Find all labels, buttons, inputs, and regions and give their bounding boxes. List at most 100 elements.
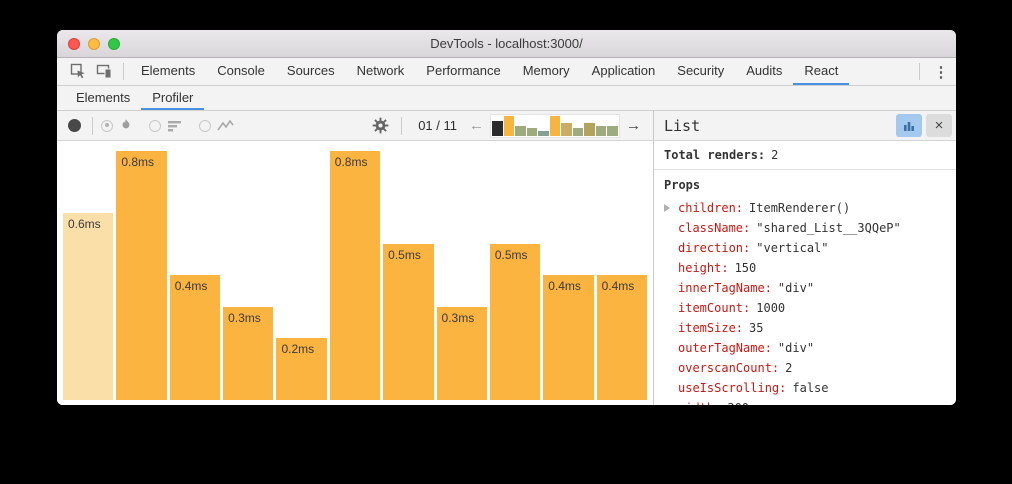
- render-bar-label: 0.3ms: [442, 311, 475, 325]
- tab-sources[interactable]: Sources: [276, 58, 346, 85]
- tab-performance[interactable]: Performance: [415, 58, 511, 85]
- next-snapshot-button[interactable]: →: [622, 118, 645, 133]
- ranked-radio[interactable]: [149, 120, 161, 132]
- devtools-window: DevTools - localhost:3000/ ElementsConso…: [57, 30, 956, 405]
- minimap-bar-5[interactable]: [538, 131, 549, 136]
- prop-row-height: height:150: [664, 258, 946, 278]
- render-bar-8[interactable]: 0.3ms: [437, 307, 487, 400]
- previous-snapshot-button[interactable]: ←: [465, 118, 488, 133]
- render-bar-label: 0.2ms: [281, 342, 314, 356]
- bar-chart-icon: [902, 119, 916, 133]
- devtools-tabbar: ElementsConsoleSourcesNetworkPerformance…: [57, 58, 956, 86]
- prop-row-className: className: "shared_List__3QQeP": [664, 218, 946, 238]
- total-renders-row: Total renders: 2: [654, 141, 956, 170]
- record-button[interactable]: [68, 119, 81, 132]
- flamegraph-radio[interactable]: [101, 120, 113, 132]
- total-renders-value: 2: [771, 148, 778, 162]
- minimap-bar-10[interactable]: [596, 126, 607, 136]
- interactions-radio[interactable]: [199, 120, 211, 132]
- tab-react[interactable]: React: [793, 58, 849, 85]
- toolbar-divider: [123, 63, 124, 80]
- render-bar-label: 0.6ms: [68, 217, 101, 231]
- traffic-lights: [68, 30, 120, 57]
- more-options-button[interactable]: ⋮: [926, 58, 956, 85]
- prop-row-itemCount: itemCount:1000: [664, 298, 946, 318]
- render-bar-label: 0.4ms: [548, 279, 581, 293]
- render-bar-label: 0.4ms: [175, 279, 208, 293]
- render-bar-9[interactable]: 0.5ms: [490, 244, 540, 400]
- render-bar-label: 0.8ms: [121, 155, 154, 169]
- subtab-profiler[interactable]: Profiler: [141, 86, 204, 110]
- tab-application[interactable]: Application: [581, 58, 667, 85]
- minimap-bar-9[interactable]: [584, 123, 595, 136]
- render-duration-chart: 0.6ms 0.8ms 0.4ms 0.3ms 0.2ms 0.8ms 0.5ms 0.3ms…: [57, 141, 653, 405]
- prop-value: 2: [785, 361, 792, 375]
- prop-key: width:: [678, 401, 721, 405]
- minimize-window-button[interactable]: [88, 38, 100, 50]
- zoom-window-button[interactable]: [108, 38, 120, 50]
- tab-network[interactable]: Network: [346, 58, 416, 85]
- prop-row-width: width:300: [664, 398, 946, 405]
- toolbar-divider: [401, 117, 402, 135]
- tab-audits[interactable]: Audits: [735, 58, 793, 85]
- tab-elements[interactable]: Elements: [130, 58, 206, 85]
- prop-row-overscanCount: overscanCount:2: [664, 358, 946, 378]
- minimap-bar-1[interactable]: [492, 121, 503, 136]
- prop-value: ItemRenderer(): [749, 201, 850, 215]
- expand-arrow-icon[interactable]: [664, 204, 678, 212]
- ranked-chart-icon: [167, 119, 183, 133]
- close-details-button[interactable]: ×: [926, 114, 952, 137]
- component-chart-button[interactable]: [896, 114, 922, 137]
- prop-value: "shared_List__3QQeP": [756, 221, 901, 235]
- render-bar-5[interactable]: 0.2ms: [276, 338, 326, 400]
- tab-security[interactable]: Security: [666, 58, 735, 85]
- render-bar-4[interactable]: 0.3ms: [223, 307, 273, 400]
- render-bar-label: 0.8ms: [335, 155, 368, 169]
- render-bar-10[interactable]: 0.4ms: [543, 275, 593, 400]
- render-bar-1[interactable]: 0.6ms: [63, 213, 113, 400]
- react-subtabbar-tabs: ElementsProfiler: [65, 86, 204, 110]
- snapshot-minimap[interactable]: [490, 114, 620, 138]
- prop-key: height:: [678, 261, 729, 275]
- titlebar: DevTools - localhost:3000/: [57, 30, 956, 58]
- render-bar-2[interactable]: 0.8ms: [116, 151, 166, 400]
- prop-key: itemCount:: [678, 301, 750, 315]
- inspect-element-button[interactable]: [65, 58, 91, 85]
- prop-key: className:: [678, 221, 750, 235]
- render-bar-11[interactable]: 0.4ms: [597, 275, 647, 400]
- minimap-bar-8[interactable]: [573, 128, 584, 135]
- device-toolbar-button[interactable]: [91, 58, 117, 85]
- props-list: children:ItemRenderer()className:"shared…: [664, 198, 946, 405]
- render-bar-3[interactable]: 0.4ms: [170, 275, 220, 400]
- close-window-button[interactable]: [68, 38, 80, 50]
- minimap-bar-3[interactable]: [515, 126, 526, 136]
- minimap-bar-11[interactable]: [607, 126, 618, 136]
- prop-key: useIsScrolling:: [678, 381, 786, 395]
- render-bar-7[interactable]: 0.5ms: [383, 244, 433, 400]
- render-bar-label: 0.4ms: [602, 279, 635, 293]
- total-renders-label: Total renders:: [664, 148, 765, 162]
- devtools-tabbar-tabs: ElementsConsoleSourcesNetworkPerformance…: [130, 58, 849, 85]
- prop-key: direction:: [678, 241, 750, 255]
- flamegraph-icon: [119, 118, 133, 133]
- minimap-bar-4[interactable]: [527, 128, 538, 135]
- prop-value: "div": [778, 281, 814, 295]
- subtab-elements[interactable]: Elements: [65, 86, 141, 110]
- minimap-bar-7[interactable]: [561, 123, 572, 136]
- render-bar-6[interactable]: 0.8ms: [330, 151, 380, 400]
- profiler-pane: 01 / 11 ← → 0.6ms 0.8ms 0.4ms 0.3ms 0.2ms 0.8…: [57, 111, 654, 405]
- render-bar-label: 0.3ms: [228, 311, 261, 325]
- settings-button[interactable]: [367, 117, 393, 134]
- minimap-bar-2[interactable]: [504, 116, 515, 136]
- component-details-panel: List × Total renders: 2 Props children:I…: [654, 111, 956, 405]
- interactions-chart-icon: [217, 119, 235, 133]
- minimap-bar-6[interactable]: [550, 116, 561, 136]
- render-bar-label: 0.5ms: [388, 248, 421, 262]
- commit-bars: 0.6ms 0.8ms 0.4ms 0.3ms 0.2ms 0.8ms 0.5ms 0.3ms…: [63, 151, 647, 400]
- device-toolbar-icon: [96, 63, 113, 80]
- tab-memory[interactable]: Memory: [512, 58, 581, 85]
- profiler-toolbar: 01 / 11 ← →: [57, 111, 653, 141]
- inspect-cursor-icon: [70, 63, 87, 80]
- tab-console[interactable]: Console: [206, 58, 276, 85]
- react-profiler-content: 01 / 11 ← → 0.6ms 0.8ms 0.4ms 0.3ms 0.2ms 0.8…: [57, 111, 956, 405]
